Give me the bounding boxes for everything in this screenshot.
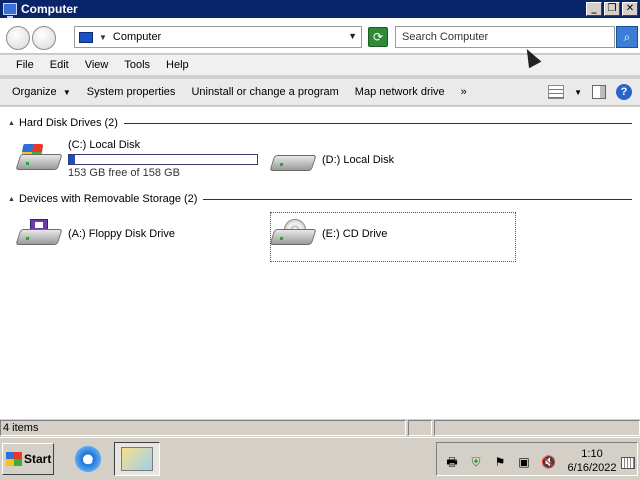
internet-explorer-button[interactable]: e: [72, 443, 104, 475]
group-header-hard-disks[interactable]: ▲ Hard Disk Drives (2): [8, 117, 632, 129]
menu-help[interactable]: Help: [166, 59, 189, 71]
item-count: 4 items: [0, 419, 406, 436]
more-commands-button[interactable]: »: [461, 86, 467, 98]
status-cell: [434, 419, 640, 436]
close-button[interactable]: ✕: [622, 2, 638, 16]
view-controls: ▼ ?: [548, 84, 632, 100]
chevron-down-icon: ▼: [60, 88, 71, 97]
organize-button[interactable]: Organize ▼: [12, 86, 71, 98]
cd-drive-icon: [269, 219, 317, 249]
volume-muted-icon[interactable]: 🔇: [541, 455, 556, 469]
system-properties-button[interactable]: System properties: [87, 86, 176, 98]
drive-c[interactable]: (C:) Local Disk 153 GB free of 158 GB: [15, 139, 258, 179]
address-row: ▼ Computer ▼ ⟳ Search Computer ⌕: [0, 18, 640, 54]
group-title: Hard Disk Drives (2): [18, 117, 118, 129]
menu-view[interactable]: View: [85, 59, 109, 71]
start-label: Start: [24, 452, 52, 466]
status-cell: [408, 419, 432, 436]
refresh-button[interactable]: ⟳: [368, 27, 388, 47]
drive-label: (A:) Floppy Disk Drive: [68, 228, 175, 240]
title-bar: Computer _ ❐ ✕: [0, 0, 640, 18]
collapse-icon: ▲: [8, 195, 15, 203]
chevron-down-icon: ▼: [99, 32, 107, 42]
drive-d[interactable]: (D:) Local Disk: [269, 145, 395, 175]
windows-logo-icon: [6, 452, 22, 466]
menu-edit[interactable]: Edit: [50, 59, 69, 71]
window-controls: _ ❐ ✕: [586, 2, 638, 16]
group-divider: [123, 122, 632, 124]
computer-icon: [3, 3, 17, 18]
collapse-icon: ▲: [8, 119, 15, 127]
file-list: ▲ Hard Disk Drives (2) (C:) Local Disk 1…: [0, 107, 640, 418]
clock[interactable]: 1:10 6/16/2022: [567, 447, 617, 475]
search-button[interactable]: ⌕: [616, 26, 638, 48]
drive-label: (D:) Local Disk: [322, 154, 395, 166]
address-location: Computer: [112, 31, 162, 43]
flag-icon[interactable]: ⚑: [493, 455, 507, 469]
views-dropdown-icon[interactable]: ▼: [574, 88, 582, 97]
explorer-taskbar-button[interactable]: [114, 442, 160, 476]
search-input[interactable]: Search Computer: [395, 26, 615, 48]
menu-tools[interactable]: Tools: [124, 59, 150, 71]
preview-pane-icon[interactable]: [592, 85, 606, 99]
drive-label: (E:) CD Drive: [322, 228, 388, 240]
hard-drive-icon: [269, 145, 317, 175]
status-bar: 4 items: [0, 418, 640, 436]
address-dropdown-icon[interactable]: ▼: [348, 31, 357, 41]
computer-icon: [79, 31, 93, 43]
group-title: Devices with Removable Storage (2): [18, 193, 198, 205]
views-icon[interactable]: [548, 85, 565, 99]
drive-e[interactable]: (E:) CD Drive: [269, 219, 388, 249]
drive-free-space: 153 GB free of 158 GB: [68, 167, 180, 179]
internet-explorer-icon: e: [75, 446, 101, 472]
floppy-drive-icon: [15, 219, 63, 249]
drive-usage-bar: [68, 154, 258, 165]
network-icon[interactable]: ▣: [517, 455, 531, 469]
group-header-removable[interactable]: ▲ Devices with Removable Storage (2): [8, 193, 632, 205]
forward-button[interactable]: [32, 26, 56, 50]
clock-time: 1:10: [581, 448, 603, 460]
map-network-drive-button[interactable]: Map network drive: [355, 86, 445, 98]
start-button[interactable]: Start: [2, 443, 54, 475]
keyboard-icon[interactable]: [621, 457, 635, 469]
organize-label: Organize: [12, 86, 57, 98]
window-title: Computer: [21, 2, 78, 16]
explorer-window-icon: [121, 447, 153, 471]
shield-icon[interactable]: ⛨: [469, 455, 483, 469]
back-button[interactable]: [6, 26, 30, 50]
printer-icon[interactable]: 🖶: [445, 455, 459, 469]
command-bar: Organize ▼ System properties Uninstall o…: [0, 78, 640, 106]
system-tray: 🖶 ⛨ ⚑ ▣ 🔇 1:10 6/16/2022: [436, 442, 638, 476]
uninstall-program-button[interactable]: Uninstall or change a program: [191, 86, 338, 98]
help-icon[interactable]: ?: [616, 84, 632, 100]
menu-file[interactable]: File: [16, 59, 34, 71]
menu-bar: File Edit View Tools Help: [0, 55, 640, 75]
clock-date: 6/16/2022: [567, 462, 617, 474]
group-divider: [203, 198, 632, 200]
taskbar: Start e 🖶 ⛨ ⚑ ▣ 🔇 1:10 6/16/2022: [0, 437, 640, 480]
windows-drive-icon: [15, 144, 63, 174]
minimize-button[interactable]: _: [586, 2, 602, 16]
drive-label: (C:) Local Disk: [68, 139, 141, 151]
drive-a[interactable]: (A:) Floppy Disk Drive: [15, 219, 175, 249]
address-bar[interactable]: ▼ Computer ▼: [74, 26, 362, 48]
restore-button[interactable]: ❐: [604, 2, 620, 16]
drive-usage-fill: [69, 155, 75, 164]
